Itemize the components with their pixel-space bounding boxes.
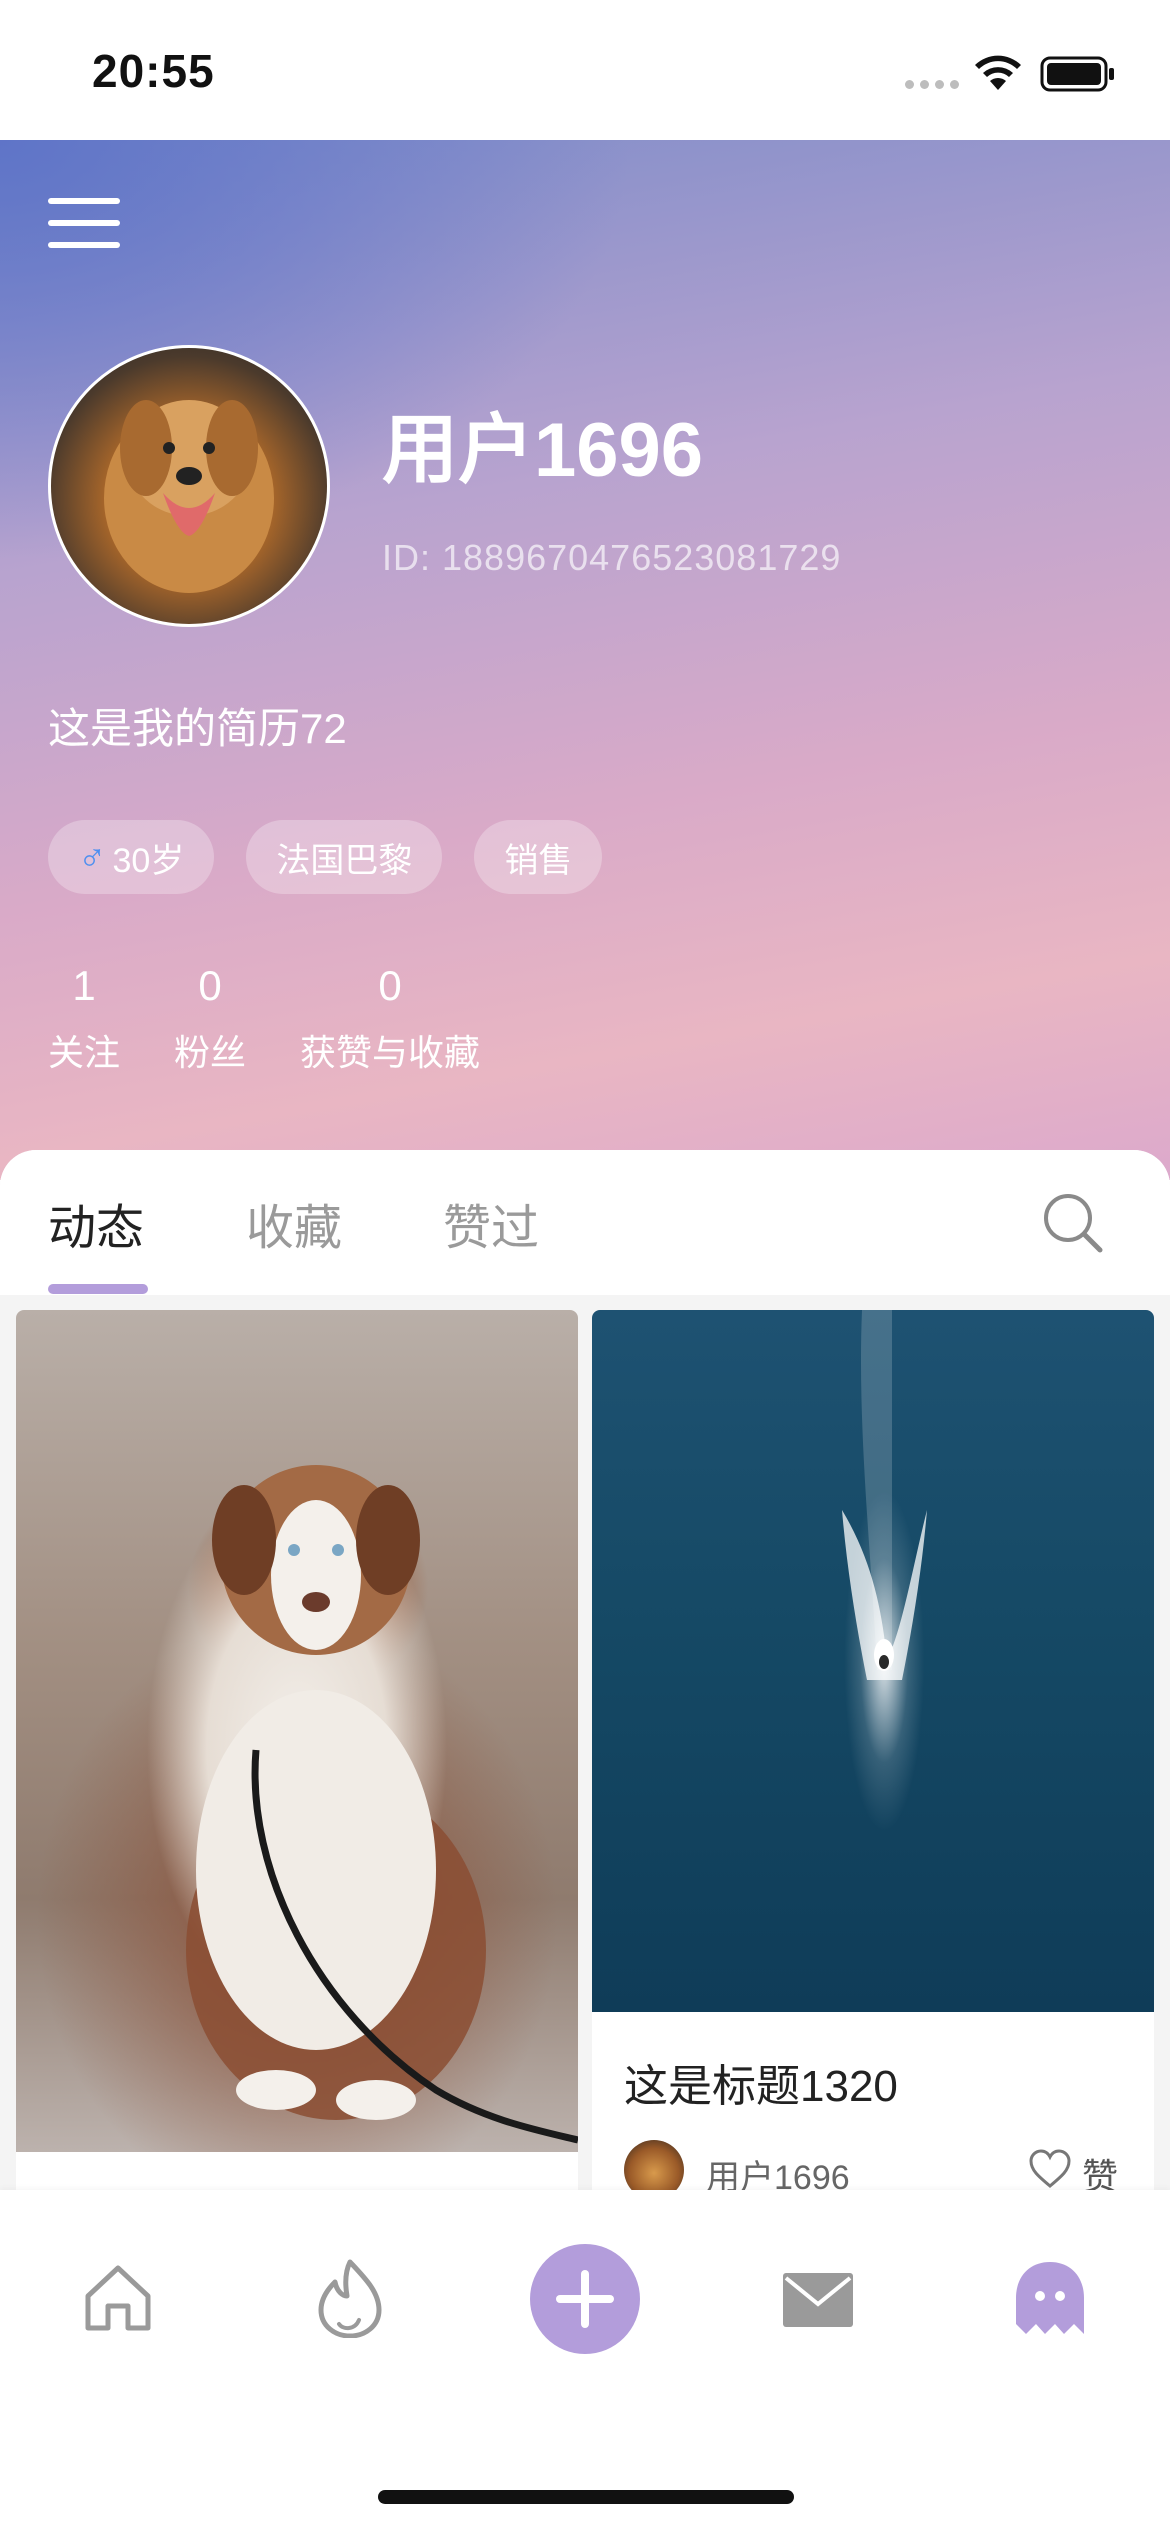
post-card[interactable] bbox=[16, 1310, 578, 2190]
user-id: ID: 1889670476523081729 bbox=[382, 537, 842, 578]
post-card[interactable]: 这是标题1320 用户1696 赞 bbox=[592, 1310, 1154, 2190]
tag-age: ♂ 30岁 bbox=[48, 820, 215, 894]
content-panel: 动态 收藏 赞过 这是标题1320 用户1696 赞 bbox=[0, 1150, 1170, 2190]
stat-following-count: 1 bbox=[72, 962, 96, 1009]
home-icon[interactable] bbox=[80, 2258, 156, 2334]
wifi-icon bbox=[975, 55, 1021, 90]
heart-icon[interactable] bbox=[1028, 2148, 1072, 2190]
tag-job: 销售 bbox=[474, 820, 603, 894]
add-icon[interactable] bbox=[530, 2244, 640, 2354]
stat-following-label: 关注 bbox=[48, 1032, 121, 1073]
profile-header: 用户1696 ID: 1889670476523081729 这是我的简历72 … bbox=[0, 140, 1170, 1180]
tag-age-label: 30岁 bbox=[112, 841, 185, 880]
tab-posts[interactable]: 动态 bbox=[48, 1188, 144, 1258]
avatar[interactable] bbox=[48, 345, 330, 627]
tag-location: 法国巴黎 bbox=[246, 820, 443, 894]
home-indicator bbox=[378, 2490, 794, 2504]
dog-avatar-image bbox=[104, 400, 274, 593]
author-name[interactable]: 用户1696 bbox=[706, 2150, 850, 2190]
stat-followers-label: 粉丝 bbox=[174, 1032, 247, 1073]
tag-job-label: 销售 bbox=[504, 841, 573, 880]
stat-followers-count: 0 bbox=[198, 962, 222, 1009]
stat-followers[interactable]: 0 粉丝 bbox=[174, 962, 246, 1076]
active-tab-indicator bbox=[48, 1284, 148, 1294]
post-title: 这是标题1320 bbox=[624, 2062, 898, 2111]
content-tabs: 动态 收藏 赞过 bbox=[0, 1150, 1170, 1295]
profile-stats: 1 关注 0 粉丝 0 获赞与收藏 bbox=[48, 962, 534, 1076]
post-image bbox=[592, 1310, 1154, 2012]
author-avatar[interactable] bbox=[624, 2140, 684, 2190]
status-time: 20:55 bbox=[92, 45, 215, 97]
bio: 这是我的简历72 bbox=[48, 705, 347, 752]
tab-favorites[interactable]: 收藏 bbox=[246, 1188, 342, 1258]
male-icon: ♂ bbox=[78, 835, 107, 878]
ghost-icon[interactable] bbox=[1012, 2258, 1088, 2338]
stat-likes-label: 获赞与收藏 bbox=[300, 1032, 481, 1073]
search-icon[interactable] bbox=[1040, 1190, 1106, 1256]
cellular-signal-icon bbox=[905, 80, 959, 89]
battery-icon bbox=[1040, 56, 1114, 92]
menu-icon[interactable] bbox=[48, 198, 120, 250]
tag-location-label: 法国巴黎 bbox=[276, 841, 413, 880]
profile-tags: ♂ 30岁 法国巴黎 销售 bbox=[48, 820, 603, 894]
status-bar: 20:55 bbox=[0, 0, 1170, 140]
like-label[interactable]: 赞 bbox=[1082, 2148, 1118, 2190]
tab-liked[interactable]: 赞过 bbox=[443, 1188, 539, 1258]
fire-icon[interactable] bbox=[315, 2258, 385, 2338]
stat-likes[interactable]: 0 获赞与收藏 bbox=[300, 962, 480, 1076]
post-image bbox=[16, 1310, 578, 2152]
username: 用户1696 bbox=[382, 408, 704, 493]
stat-likes-count: 0 bbox=[378, 962, 402, 1009]
stat-following[interactable]: 1 关注 bbox=[48, 962, 120, 1076]
mail-icon[interactable] bbox=[780, 2270, 856, 2330]
bottom-tab-bar bbox=[0, 2190, 1170, 2532]
